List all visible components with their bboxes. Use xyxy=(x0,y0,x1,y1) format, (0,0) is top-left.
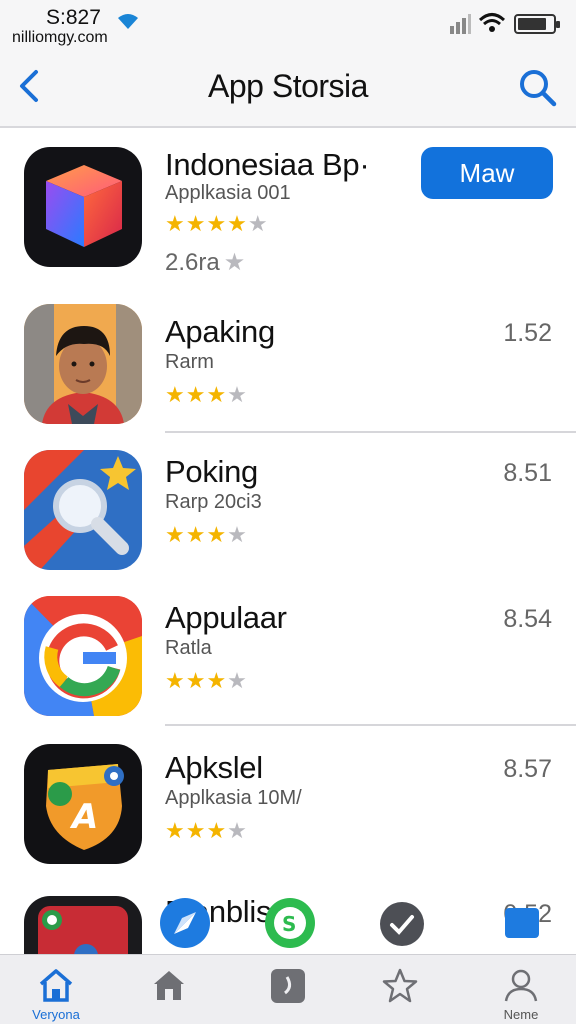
house-outline-icon xyxy=(39,969,73,1002)
app-name: Apaking xyxy=(165,314,275,349)
person-icon xyxy=(504,969,538,1002)
app-price: 8.51 xyxy=(503,459,552,487)
app-price: 8.57 xyxy=(503,755,552,783)
tab-bar: Veryona Neme xyxy=(0,954,576,1024)
app-subtitle: Ratla xyxy=(165,637,212,659)
rating-stars: ★★★★ xyxy=(165,382,248,407)
list-item[interactable]: Appulaar Ratla ★★★★ 8.54 xyxy=(0,592,576,726)
google-app-icon[interactable] xyxy=(24,596,142,716)
status-time: S:827 xyxy=(46,6,101,29)
star-outline-icon xyxy=(382,968,418,1003)
svg-text:S: S xyxy=(282,912,296,936)
rating-stars: ★★★★★ xyxy=(165,211,269,236)
signal-icon xyxy=(450,14,471,34)
status-carrier: nilliomgy.com xyxy=(12,29,108,46)
page-title: App Storsia xyxy=(208,68,368,104)
rating-stars: ★★★★ xyxy=(165,818,248,843)
tab-label: Neme xyxy=(503,1007,539,1022)
tab-apps[interactable] xyxy=(238,955,338,1024)
tab-label: Veryona xyxy=(32,1007,80,1022)
rating-stars: ★★★★ xyxy=(165,522,248,547)
portrait-app-icon[interactable] xyxy=(24,304,142,424)
app-price: 1.52 xyxy=(503,319,552,347)
tab-house[interactable] xyxy=(119,955,219,1024)
svg-text:A: A xyxy=(69,797,98,837)
tab-profile[interactable]: Neme xyxy=(471,955,571,1024)
status-bar: S:827 nilliomgy.com xyxy=(0,0,576,52)
tab-favorites[interactable] xyxy=(350,955,450,1024)
app-subtitle: Rarp 20ci3 xyxy=(165,491,262,513)
chat-icon[interactable]: S xyxy=(265,898,315,948)
get-button[interactable]: Maw xyxy=(421,147,553,199)
app-name: Aþkslel xyxy=(165,750,263,785)
app-size: 2.6ra ★ xyxy=(165,249,246,276)
rating-stars: ★★★★ xyxy=(165,668,248,693)
list-item[interactable]: A Aþkslel Applkasia 10M/ ★★★★ 8.57 xyxy=(0,740,576,874)
search-icon[interactable] xyxy=(516,66,558,108)
shield-app-icon[interactable]: A xyxy=(24,744,142,864)
app-name: Poking xyxy=(165,454,258,489)
navigation-bar: App Storsia xyxy=(0,52,576,128)
app-subtitle: Applkasia 10M/ xyxy=(165,787,302,809)
compass-icon[interactable] xyxy=(160,898,210,948)
wifi-icon xyxy=(118,14,138,29)
app-name: Indonesiaa Bp· xyxy=(165,147,370,182)
cube-app-icon[interactable] xyxy=(24,147,142,267)
magnifier-app-icon[interactable] xyxy=(24,450,142,570)
tab-home[interactable]: Veryona xyxy=(6,955,106,1024)
list-item[interactable]: Apaking Rarm ★★★★ 1.52 xyxy=(0,300,576,434)
list-item[interactable]: Poking Rarp 20ci3 ★★★★ 8.51 xyxy=(0,446,576,580)
app-card-icon xyxy=(271,969,305,1003)
divider xyxy=(165,724,576,726)
house-filled-icon xyxy=(154,971,184,1000)
divider xyxy=(165,431,576,433)
folder-icon[interactable] xyxy=(505,908,539,938)
check-icon[interactable] xyxy=(380,902,424,946)
app-subtitle: Rarm xyxy=(165,351,214,373)
app-name: Appulaar xyxy=(165,600,287,635)
app-subtitle: Applkasia 001 xyxy=(165,182,291,204)
list-item[interactable]: Indonesiaa Bp· Applkasia 001 ★★★★★ 2.6ra… xyxy=(0,145,576,295)
battery-icon xyxy=(514,14,560,34)
wifi-status-icon xyxy=(478,13,506,32)
phone-app-icon[interactable] xyxy=(24,896,142,954)
app-price: 8.54 xyxy=(503,605,552,633)
